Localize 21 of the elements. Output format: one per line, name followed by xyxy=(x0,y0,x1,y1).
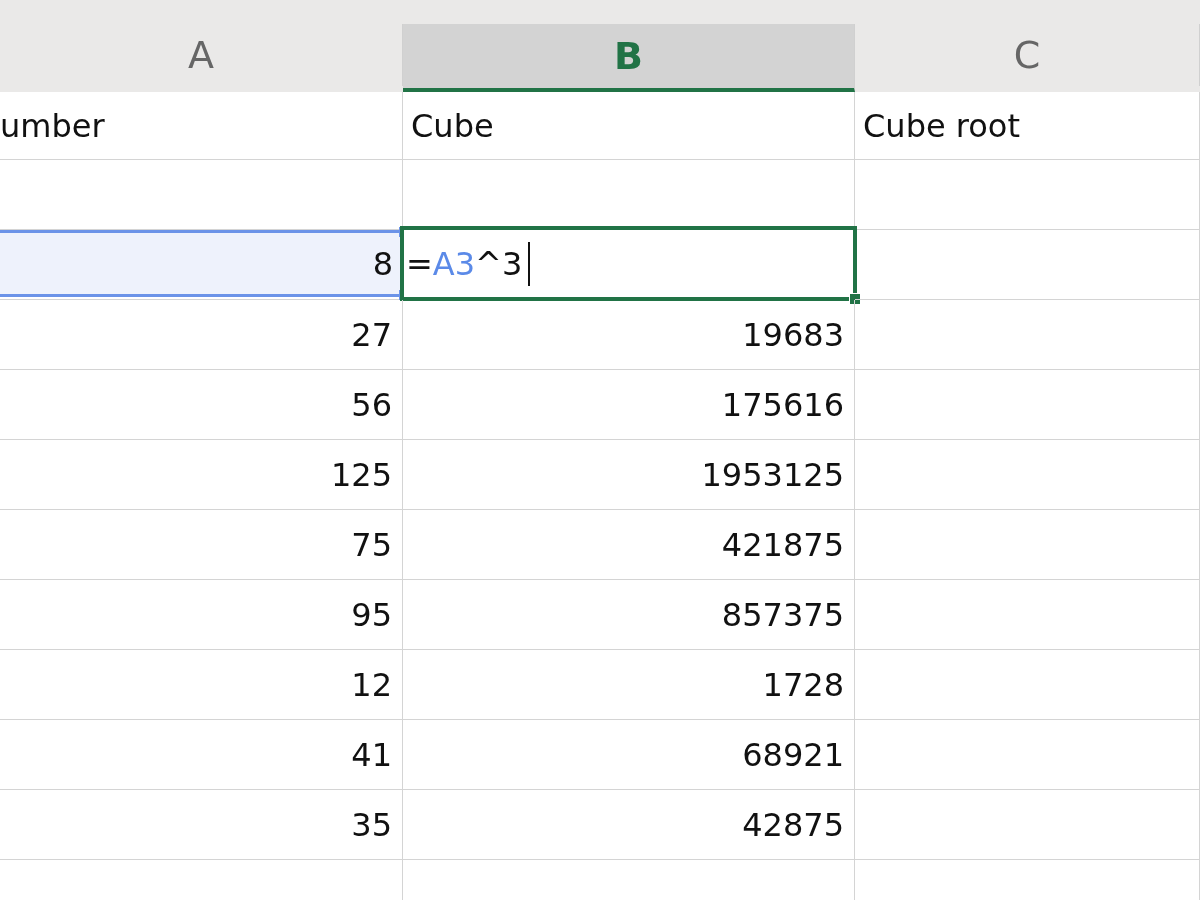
cell-value: 1728 xyxy=(762,665,844,704)
column-header[interactable]: B xyxy=(403,24,855,92)
cell-value: 421875 xyxy=(721,525,844,564)
cell-value: 857375 xyxy=(721,595,844,634)
cell-value: 75 xyxy=(351,525,392,564)
cell-value: 41 xyxy=(351,735,392,774)
cell-value: 56 xyxy=(351,385,392,424)
cell-value: 35 xyxy=(351,805,392,844)
header-text: Cube xyxy=(411,106,494,145)
header-text: Cube root xyxy=(863,106,1020,145)
cell-value: 95 xyxy=(351,595,392,634)
cell-value: 27 xyxy=(351,315,392,354)
column-header[interactable]: C xyxy=(855,24,1200,86)
cell-value: 12 xyxy=(351,665,392,704)
cell-value: 68921 xyxy=(742,735,844,774)
cell-value: 19683 xyxy=(742,315,844,354)
cell-value: 1953125 xyxy=(701,455,844,494)
cell-value: 175616 xyxy=(721,385,844,424)
cell-value: 42875 xyxy=(742,805,844,844)
header-text: umber xyxy=(0,106,105,145)
cell-value: 125 xyxy=(330,455,392,494)
